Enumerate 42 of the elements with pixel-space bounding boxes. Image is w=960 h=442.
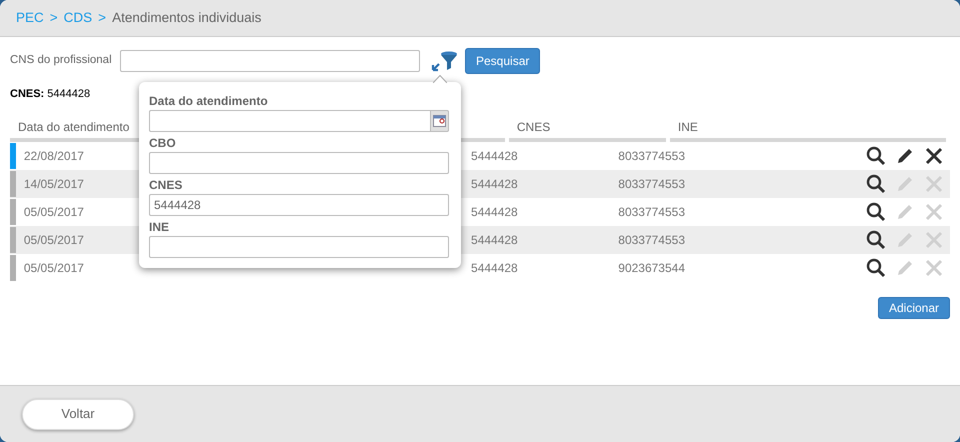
search-icon[interactable] (866, 146, 886, 166)
table-cell-text: 5444428 (470, 260, 519, 276)
input-field[interactable]: 5444428 (149, 194, 449, 216)
search-icon[interactable] (866, 258, 886, 278)
field-label: CNS do profissional (10, 53, 113, 68)
table-cell-text: 22/08/2017 (22, 148, 85, 164)
breadcrumb-separator: > (50, 8, 58, 27)
input-field[interactable] (149, 236, 449, 258)
table-cell-text: 8033774553 (617, 204, 686, 220)
breadcrumb-link[interactable]: CDS (64, 8, 92, 28)
search-icon[interactable] (866, 202, 886, 222)
breadcrumb-link[interactable]: PEC (16, 8, 44, 28)
column-header: CNES (508, 116, 666, 142)
close-icon[interactable] (924, 146, 944, 166)
table-cell-text: 5444428 (470, 232, 519, 248)
table-cell-text: 05/05/2017 (22, 232, 85, 248)
field-label: INE (149, 219, 170, 236)
breadcrumb-current: Atendimentos individuais (112, 8, 262, 27)
table-cell-text: 5444428 (470, 204, 519, 220)
calendar-button[interactable] (430, 110, 449, 132)
table-cell-text: 05/05/2017 (22, 204, 85, 220)
add-button[interactable]: Adicionar (878, 296, 950, 318)
search-icon[interactable] (866, 174, 886, 194)
search-button[interactable]: Pesquisar (465, 48, 540, 74)
table-cell-text: 5444428 (470, 148, 519, 164)
table-cell-text: 5444428 (470, 176, 519, 192)
breadcrumb-separator: > (98, 8, 106, 27)
column-header: INE (670, 116, 946, 142)
input-field[interactable] (149, 152, 449, 174)
search-icon[interactable] (866, 230, 886, 250)
table-cell-text: 05/05/2017 (22, 260, 85, 276)
table-cell-text: 8033774553 (617, 232, 686, 248)
cnes-info: CNES: 5444428 (10, 87, 90, 102)
filter-icon[interactable] (431, 50, 459, 72)
back-button[interactable]: Voltar (22, 398, 134, 430)
table-cell-text: 8033774553 (617, 176, 686, 192)
date-field[interactable] (149, 110, 430, 132)
field-label: CNES (149, 177, 184, 194)
table-cell-text: 8033774553 (617, 148, 686, 164)
cns-field[interactable] (120, 50, 420, 72)
field-label: Data do atendimento (149, 93, 269, 110)
table-cell-text: 9023673544 (617, 260, 686, 276)
